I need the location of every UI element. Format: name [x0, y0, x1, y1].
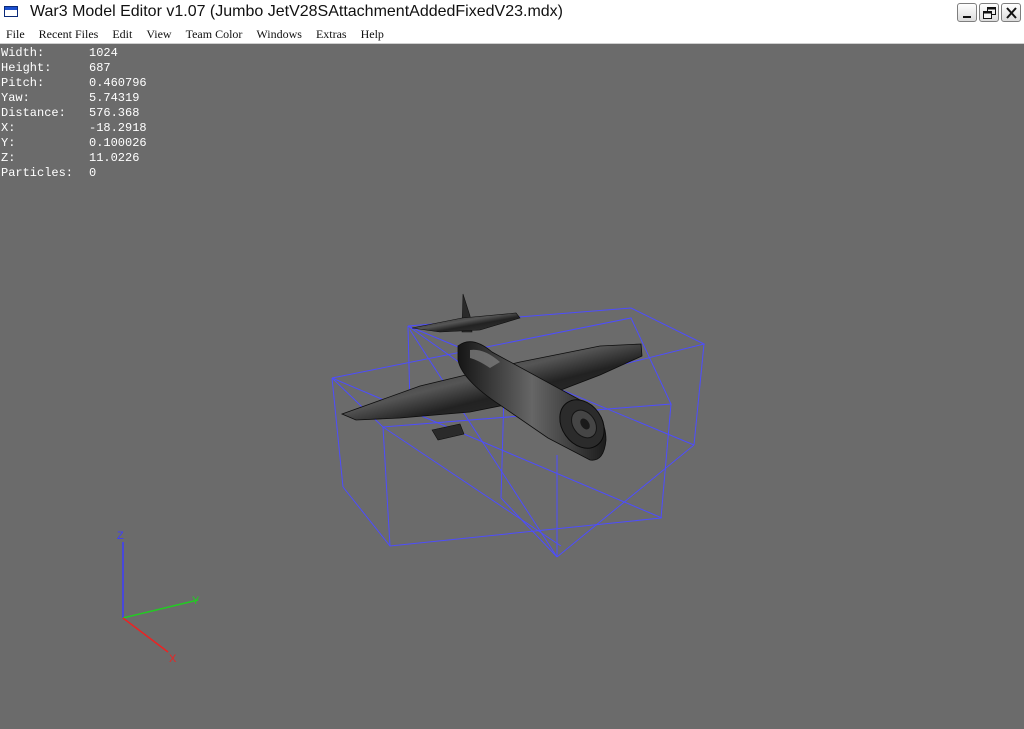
axis-gizmo: Z Y X — [117, 530, 200, 665]
menu-view[interactable]: View — [146, 27, 171, 42]
restore-icon — [983, 7, 996, 19]
menu-edit[interactable]: Edit — [112, 27, 132, 42]
menu-windows[interactable]: Windows — [256, 27, 302, 42]
menu-extras[interactable]: Extras — [316, 27, 347, 42]
close-icon — [1006, 7, 1017, 19]
airplane-model[interactable] — [340, 293, 643, 461]
menu-recent-files[interactable]: Recent Files — [39, 27, 99, 42]
x-axis-line — [122, 617, 169, 653]
menu-help[interactable]: Help — [361, 27, 384, 42]
y-axis-line — [122, 599, 199, 619]
minimize-button[interactable] — [957, 3, 977, 22]
y-axis-label: Y — [192, 595, 200, 607]
bounding-boxes — [331, 307, 706, 558]
menu-bar: File Recent Files Edit View Team Color W… — [0, 26, 1024, 44]
app-window-icon[interactable] — [4, 6, 18, 17]
minimize-icon — [963, 16, 971, 18]
title-bar: War3 Model Editor v1.07 (Jumbo JetV28SAt… — [0, 0, 1024, 27]
z-axis-label: Z — [117, 530, 124, 542]
close-button[interactable] — [1001, 3, 1021, 22]
window-title: War3 Model Editor v1.07 (Jumbo JetV28SAt… — [30, 3, 563, 20]
restore-button[interactable] — [979, 3, 999, 22]
window-controls — [957, 3, 1021, 22]
menu-team-color[interactable]: Team Color — [186, 27, 243, 42]
menu-file[interactable]: File — [6, 27, 25, 42]
model-viewport[interactable]: Width: 1024 Height: 687 Pitch: 0.460796 Yaw… — [0, 45, 1024, 729]
x-axis-label: X — [169, 653, 177, 665]
scene-canvas: Z Y X — [117, 293, 706, 665]
